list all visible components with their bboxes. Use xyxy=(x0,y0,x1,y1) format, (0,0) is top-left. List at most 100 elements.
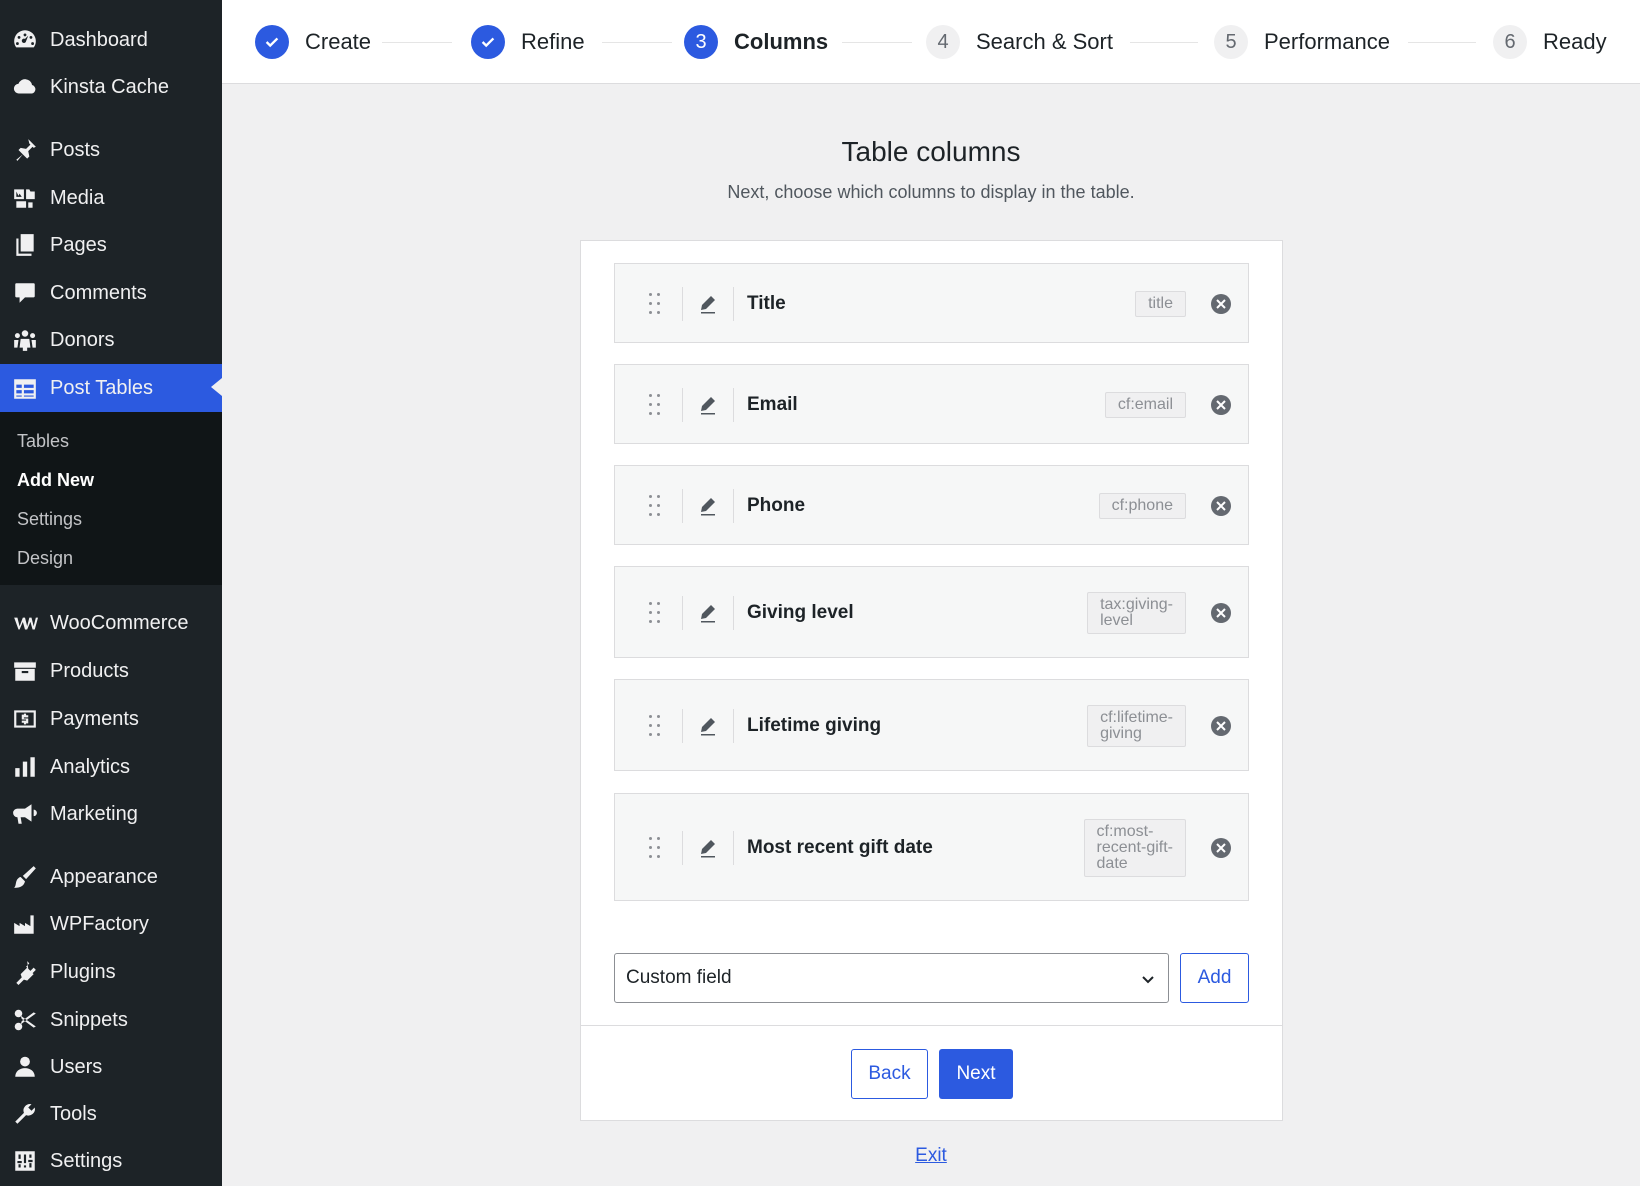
sidebar-item-label: WPFactory xyxy=(50,912,149,935)
remove-column-icon[interactable] xyxy=(1210,715,1232,737)
submenu-item-design[interactable]: Design xyxy=(17,548,73,569)
pin-icon xyxy=(0,137,50,163)
sidebar-item-post-tables[interactable]: Post Tables xyxy=(0,364,222,413)
drag-handle-icon[interactable] xyxy=(649,715,663,737)
step-ready[interactable]: 6 Ready xyxy=(1493,24,1607,60)
step-columns[interactable]: 3 Columns xyxy=(684,24,828,60)
sidebar-item-label: Marketing xyxy=(50,802,138,825)
step-label: Refine xyxy=(521,29,585,54)
sidebar-item-media[interactable]: Media xyxy=(0,175,222,221)
pencil-icon[interactable] xyxy=(698,395,718,415)
plug-icon xyxy=(0,959,50,985)
step-number: 3 xyxy=(684,25,718,59)
step-performance[interactable]: 5 Performance xyxy=(1214,24,1390,60)
column-row: Phone cf:phone xyxy=(614,465,1249,545)
sidebar-item-label: Donors xyxy=(50,328,115,351)
step-label: Performance xyxy=(1264,29,1390,54)
pencil-icon[interactable] xyxy=(698,716,718,736)
drag-handle-icon[interactable] xyxy=(649,293,663,315)
sidebar-item-donors[interactable]: Donors xyxy=(0,317,222,363)
remove-column-icon[interactable] xyxy=(1210,394,1232,416)
sidebar-item-label: Settings xyxy=(50,1149,123,1172)
remove-column-icon[interactable] xyxy=(1210,495,1232,517)
step-create[interactable]: Create xyxy=(255,24,371,60)
bar-chart-icon xyxy=(0,754,50,780)
sidebar-item-comments[interactable]: Comments xyxy=(0,270,222,316)
sidebar-item-snippets[interactable]: Snippets xyxy=(0,997,222,1043)
drag-handle-icon[interactable] xyxy=(649,495,663,517)
column-name: Title xyxy=(747,293,786,314)
pencil-icon[interactable] xyxy=(698,294,718,314)
comment-icon xyxy=(0,280,50,306)
wrench-icon xyxy=(0,1101,50,1127)
row-separator xyxy=(733,596,734,630)
submenu-item-add-new[interactable]: Add New xyxy=(17,470,94,491)
column-key-badge: cf:email xyxy=(1104,392,1186,418)
post-tables-submenu: Tables Add New Settings Design xyxy=(0,412,222,585)
next-button[interactable]: Next xyxy=(939,1049,1013,1099)
page-title: Table columns xyxy=(841,136,1021,167)
brush-icon xyxy=(0,864,50,890)
table-icon xyxy=(0,376,50,402)
woo-icon xyxy=(0,610,50,636)
step-label: Ready xyxy=(1543,29,1607,54)
pencil-icon[interactable] xyxy=(698,838,718,858)
step-label: Search & Sort xyxy=(976,29,1113,54)
sidebar-item-label: Posts xyxy=(50,138,101,161)
card-divider xyxy=(581,1025,1282,1026)
cloud-icon xyxy=(0,74,50,100)
step-connector xyxy=(842,42,912,43)
sidebar-item-appearance[interactable]: Appearance xyxy=(0,854,222,900)
sidebar-item-settings[interactable]: Settings xyxy=(0,1138,222,1184)
sidebar-item-posts[interactable]: Posts xyxy=(0,127,222,173)
drag-handle-icon[interactable] xyxy=(649,602,663,624)
pencil-icon[interactable] xyxy=(698,496,718,516)
sidebar-item-products[interactable]: Products xyxy=(0,648,222,694)
step-connector xyxy=(1408,42,1476,43)
remove-column-icon[interactable] xyxy=(1210,293,1232,315)
submenu-item-settings[interactable]: Settings xyxy=(17,509,82,530)
column-row: Lifetime giving cf:lifetime- giving xyxy=(614,679,1249,771)
column-key-badge: title xyxy=(1135,291,1186,317)
column-type-select[interactable]: Custom field xyxy=(614,953,1169,1003)
remove-column-icon[interactable] xyxy=(1210,602,1232,624)
step-search-sort[interactable]: 4 Search & Sort xyxy=(926,24,1113,60)
sidebar-item-tools[interactable]: Tools xyxy=(0,1091,222,1137)
remove-column-icon[interactable] xyxy=(1210,837,1232,859)
step-number: 4 xyxy=(926,25,960,59)
submenu-item-tables[interactable]: Tables xyxy=(17,431,69,452)
column-key-badge: tax:giving- level xyxy=(1087,592,1186,634)
step-connector xyxy=(602,42,672,43)
step-refine[interactable]: Refine xyxy=(471,24,585,60)
sidebar-item-payments[interactable]: Payments xyxy=(0,696,222,742)
sidebar-item-pages[interactable]: Pages xyxy=(0,222,222,268)
sidebar-item-wpfactory[interactable]: WPFactory xyxy=(0,901,222,947)
row-separator xyxy=(682,388,683,422)
sidebar-item-woocommerce[interactable]: WooCommerce xyxy=(0,600,222,646)
row-separator xyxy=(733,831,734,865)
row-separator xyxy=(733,388,734,422)
drag-handle-icon[interactable] xyxy=(649,394,663,416)
settings-icon xyxy=(0,1148,50,1174)
scissors-icon xyxy=(0,1007,50,1033)
factory-icon xyxy=(0,911,50,937)
columns-card: Title title Email cf:email Phone cf:phone Givi… xyxy=(580,240,1283,1121)
sidebar-item-dashboard[interactable]: Dashboard xyxy=(0,17,222,63)
sidebar-item-plugins[interactable]: Plugins xyxy=(0,949,222,995)
pencil-icon[interactable] xyxy=(698,603,718,623)
column-key-badge: cf:phone xyxy=(1098,493,1186,519)
column-name: Email xyxy=(747,394,798,415)
add-column-button[interactable]: Add xyxy=(1180,953,1249,1003)
sidebar-item-kinsta-cache[interactable]: Kinsta Cache xyxy=(0,64,222,110)
sidebar-item-analytics[interactable]: Analytics xyxy=(0,744,222,790)
sidebar-item-marketing[interactable]: Marketing xyxy=(0,791,222,837)
groups-icon xyxy=(0,327,50,353)
column-key-badge: cf:lifetime- giving xyxy=(1087,705,1186,747)
sidebar-item-users[interactable]: Users xyxy=(0,1044,222,1090)
drag-handle-icon[interactable] xyxy=(649,837,663,859)
column-row: Giving level tax:giving- level xyxy=(614,566,1249,658)
exit-link[interactable]: Exit xyxy=(915,1145,947,1166)
row-separator xyxy=(682,287,683,321)
page-subtitle: Next, choose which columns to display in… xyxy=(727,182,1135,202)
back-button[interactable]: Back xyxy=(851,1049,928,1099)
